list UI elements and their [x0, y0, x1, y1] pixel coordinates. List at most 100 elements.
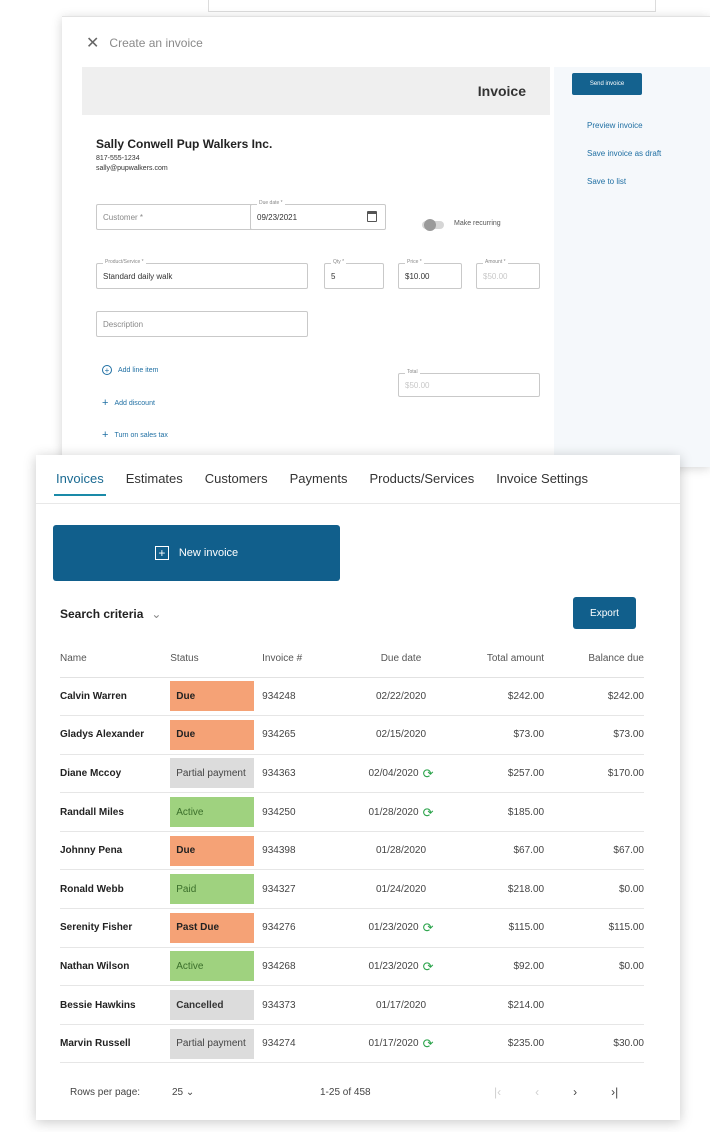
- table-row[interactable]: Gladys Alexander Due 934265 02/15/2020 $73.0…: [60, 715, 644, 755]
- customer-field[interactable]: Customer *: [96, 204, 260, 230]
- tab-invoices[interactable]: Invoices: [54, 471, 106, 496]
- tab-products-services[interactable]: Products/Services: [369, 471, 474, 496]
- table-row[interactable]: Calvin Warren Due 934248 02/22/2020 $242.00 $…: [60, 677, 644, 717]
- status-cell: Cancelled: [170, 985, 263, 1025]
- table-row[interactable]: Johnny Pena Due 934398 01/28/2020 $67.00 $67.…: [60, 831, 644, 871]
- tab-invoice-settings[interactable]: Invoice Settings: [496, 471, 588, 496]
- customer-name[interactable]: Marvin Russell: [60, 1024, 171, 1064]
- column-header-total-amount[interactable]: Total amount: [452, 641, 553, 678]
- new-invoice-button[interactable]: + New invoice: [53, 525, 340, 581]
- status-badge: Active: [170, 951, 255, 982]
- calendar-icon[interactable]: [367, 211, 377, 222]
- column-header-name[interactable]: Name: [60, 641, 171, 678]
- invoice-paper: Invoice Sally Conwell Pup Walkers Inc. 8…: [82, 67, 550, 467]
- tab-customers[interactable]: Customers: [205, 471, 268, 496]
- sales-tax-label: Turn on sales tax: [114, 431, 168, 439]
- column-header-due-date[interactable]: Due date: [349, 641, 453, 678]
- customer-name[interactable]: Ronald Webb: [60, 869, 171, 910]
- search-criteria-label: Search criteria: [60, 607, 144, 621]
- first-page-icon[interactable]: |‹: [494, 1085, 501, 1099]
- due-date: 01/28/2020: [375, 845, 427, 857]
- editor-side-panel: Send invoice Preview invoice Save invoic…: [554, 67, 710, 467]
- invoice-title: Invoice: [477, 83, 526, 99]
- table-row[interactable]: Bessie Hawkins Cancelled 934373 01/17/2020 $…: [60, 985, 644, 1025]
- add-discount-link[interactable]: + Add discount: [102, 397, 155, 409]
- total-value: $50.00: [405, 380, 430, 390]
- balance-due: $0.00: [552, 947, 644, 987]
- qty-label: Qty *: [331, 259, 347, 265]
- status-cell: Active: [170, 947, 263, 987]
- send-invoice-button[interactable]: Send invoice: [572, 73, 642, 95]
- product-service-field[interactable]: Product/Service * Standard daily walk: [96, 259, 308, 289]
- customer-name[interactable]: Randall Miles: [60, 792, 171, 832]
- make-recurring-toggle[interactable]: [422, 219, 444, 231]
- table-row[interactable]: Nathan Wilson Active 934268 01/23/2020 ⟳ $92.…: [60, 947, 644, 987]
- add-discount-label: Add discount: [114, 399, 155, 407]
- table-header-row: Name Status Invoice # Due date Total amo…: [60, 641, 644, 678]
- status-badge: Past Due: [170, 912, 255, 943]
- invoice-number: 934268: [262, 947, 350, 987]
- customer-name[interactable]: Bessie Hawkins: [60, 985, 171, 1025]
- column-header-balance-due[interactable]: Balance due: [552, 641, 644, 678]
- total-amount: $185.00: [452, 792, 553, 832]
- customer-name[interactable]: Gladys Alexander: [60, 715, 171, 755]
- export-button[interactable]: Export: [573, 597, 636, 629]
- previous-page-icon[interactable]: ‹: [535, 1085, 539, 1099]
- status-badge: Active: [170, 797, 255, 828]
- due-date-field[interactable]: Due date * 09/23/2021: [250, 200, 386, 230]
- customer-name[interactable]: Serenity Fisher: [60, 908, 171, 948]
- tab-estimates[interactable]: Estimates: [126, 471, 183, 496]
- customer-name[interactable]: Diane Mccoy: [60, 754, 171, 794]
- due-date: 02/15/2020: [375, 729, 427, 741]
- next-page-icon[interactable]: ›: [573, 1085, 577, 1099]
- last-page-icon[interactable]: ›|: [611, 1085, 618, 1099]
- total-field: Total $50.00: [398, 369, 540, 397]
- due-date-cell: 01/28/2020: [349, 831, 453, 871]
- customer-name[interactable]: Nathan Wilson: [60, 947, 171, 987]
- table-row[interactable]: Serenity Fisher Past Due 934276 01/23/2020 ⟳…: [60, 908, 644, 948]
- table-row[interactable]: Marvin Russell Partial payment 934274 01/17…: [60, 1024, 644, 1064]
- total-amount: $257.00: [452, 754, 553, 794]
- background-panel-edge: [208, 0, 656, 12]
- amount-value: $50.00: [483, 271, 508, 281]
- preview-invoice-link[interactable]: Preview invoice: [587, 121, 643, 130]
- qty-field[interactable]: Qty * 5: [324, 259, 384, 289]
- new-invoice-label: New invoice: [178, 547, 239, 559]
- balance-due: $115.00: [552, 908, 644, 948]
- pagination-range: 1-25 of 458: [320, 1087, 371, 1098]
- column-header-status[interactable]: Status: [170, 641, 263, 678]
- add-line-item-label: Add line item: [118, 366, 159, 374]
- due-date-cell: 01/28/2020 ⟳: [349, 792, 453, 832]
- customer-name[interactable]: Johnny Pena: [60, 831, 171, 871]
- search-criteria-toggle[interactable]: Search criteria ⌄: [60, 607, 161, 621]
- save-to-list-link[interactable]: Save to list: [587, 177, 626, 186]
- column-header-invoice-number[interactable]: Invoice #: [262, 641, 350, 678]
- table-row[interactable]: Ronald Webb Paid 934327 01/24/2020 $218.00 $0…: [60, 869, 644, 910]
- balance-due: $67.00: [552, 831, 644, 871]
- description-field[interactable]: Description: [96, 311, 308, 337]
- rows-per-page-select[interactable]: 25 ⌄: [172, 1087, 194, 1098]
- table-row[interactable]: Randall Miles Active 934250 01/28/2020 ⟳ $185…: [60, 792, 644, 832]
- close-icon[interactable]: ✕: [86, 33, 99, 53]
- plus-icon: +: [102, 397, 109, 409]
- add-line-item-link[interactable]: + Add line item: [102, 365, 158, 375]
- chevron-down-icon: ⌄: [185, 1087, 195, 1098]
- due-date-cell: 01/17/2020: [349, 985, 453, 1025]
- company-info: Sally Conwell Pup Walkers Inc. 817-555-1…: [96, 137, 272, 174]
- invoice-number: 934373: [262, 985, 350, 1025]
- customer-name[interactable]: Calvin Warren: [60, 677, 171, 717]
- price-field[interactable]: Price * $10.00: [398, 259, 462, 289]
- sales-tax-link[interactable]: + Turn on sales tax: [102, 429, 168, 441]
- table-row[interactable]: Diane Mccoy Partial payment 934363 02/04/20…: [60, 754, 644, 794]
- editor-title: Create an invoice: [109, 36, 203, 50]
- tab-payments[interactable]: Payments: [290, 471, 348, 496]
- due-date: 01/17/2020: [368, 1038, 419, 1050]
- due-date: 01/24/2020: [375, 883, 427, 895]
- due-date: 01/17/2020: [375, 999, 427, 1011]
- total-amount: $235.00: [452, 1024, 553, 1064]
- due-date-cell: 02/22/2020: [349, 677, 453, 717]
- company-phone: 817-555-1234: [96, 155, 140, 162]
- invoice-number: 934265: [262, 715, 350, 755]
- save-draft-link[interactable]: Save invoice as draft: [587, 149, 661, 158]
- total-amount: $73.00: [452, 715, 553, 755]
